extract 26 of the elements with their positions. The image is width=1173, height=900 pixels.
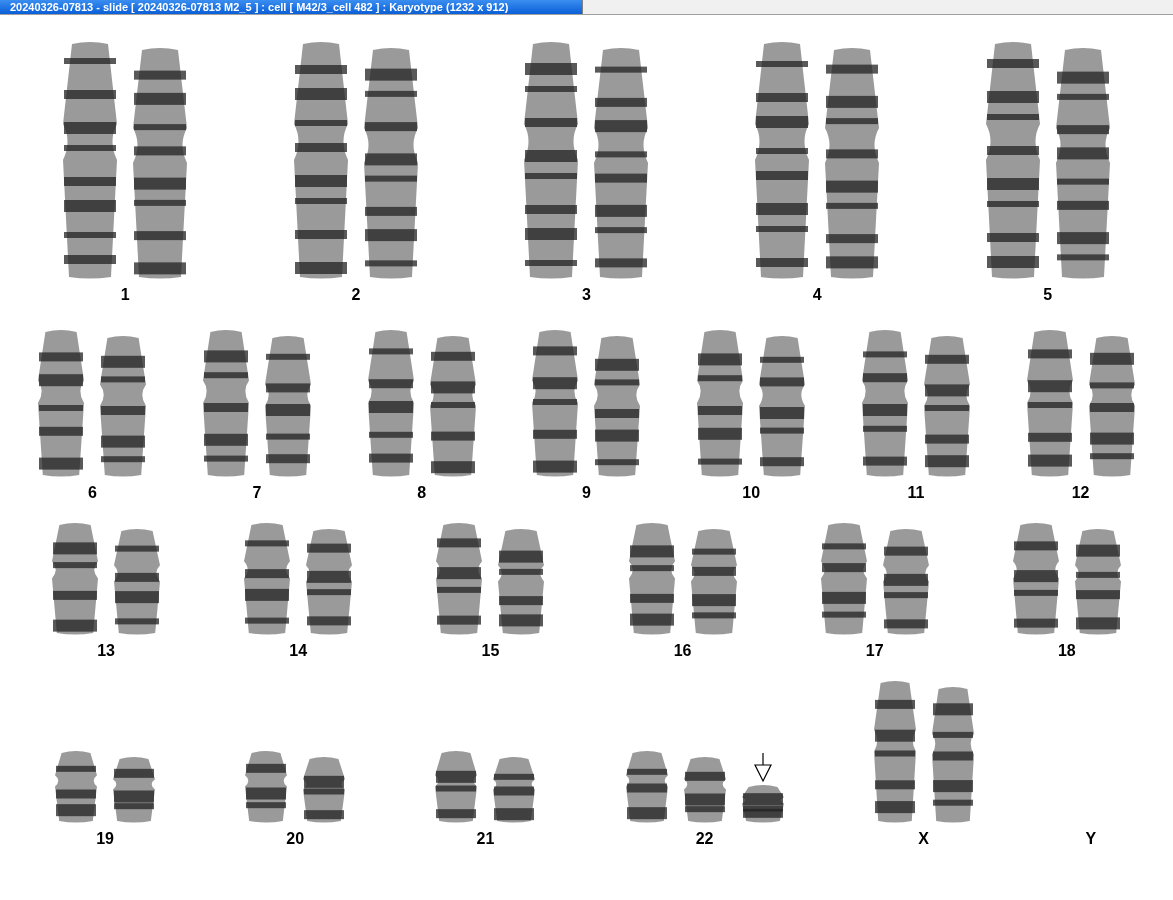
chromosome-number-label: 6 xyxy=(87,484,97,502)
chromosome-number-label: 11 xyxy=(907,484,925,502)
chromosome-number-label: 12 xyxy=(1071,484,1090,502)
chromosome-number-label: 18 xyxy=(1057,642,1076,660)
chromosome-number-label: Y xyxy=(1085,830,1097,848)
chromosome-number-label: 8 xyxy=(417,484,427,502)
chromosome-number-label: 15 xyxy=(481,642,500,660)
chromosome-number-label: 9 xyxy=(582,484,591,502)
chromosome-number-label: 21 xyxy=(476,830,495,848)
chromosome-number-label: 17 xyxy=(865,642,884,660)
chromosome-number-label: 19 xyxy=(96,830,114,848)
window-title: 20240326-07813 - slide [ 20240326-07813 M2_5 ] : cell [ M42/3_cell 482 ] : Karyotype (1232 x 912) xyxy=(0,0,583,14)
chromosome-number-label: 3 xyxy=(582,286,591,304)
chromosome-number-label: 4 xyxy=(812,286,822,304)
arrow-marker-icon xyxy=(753,753,772,783)
chromosome-number-label: 7 xyxy=(252,484,262,502)
chromosome-number-label: 5 xyxy=(1043,286,1053,304)
chromosome-number-label: 13 xyxy=(97,642,115,660)
chromosome-number-label: 2 xyxy=(351,286,361,304)
chromosome-number-label: 20 xyxy=(286,830,305,848)
chromosome-number-label: 14 xyxy=(289,642,308,660)
chromosome-number-label: 16 xyxy=(673,642,692,660)
chromosome-number-label: X xyxy=(918,830,930,848)
chromosome-number-label: 10 xyxy=(742,484,761,502)
chromosome-number-label: 1 xyxy=(120,286,130,304)
chromosome-number-label: 22 xyxy=(695,830,714,848)
